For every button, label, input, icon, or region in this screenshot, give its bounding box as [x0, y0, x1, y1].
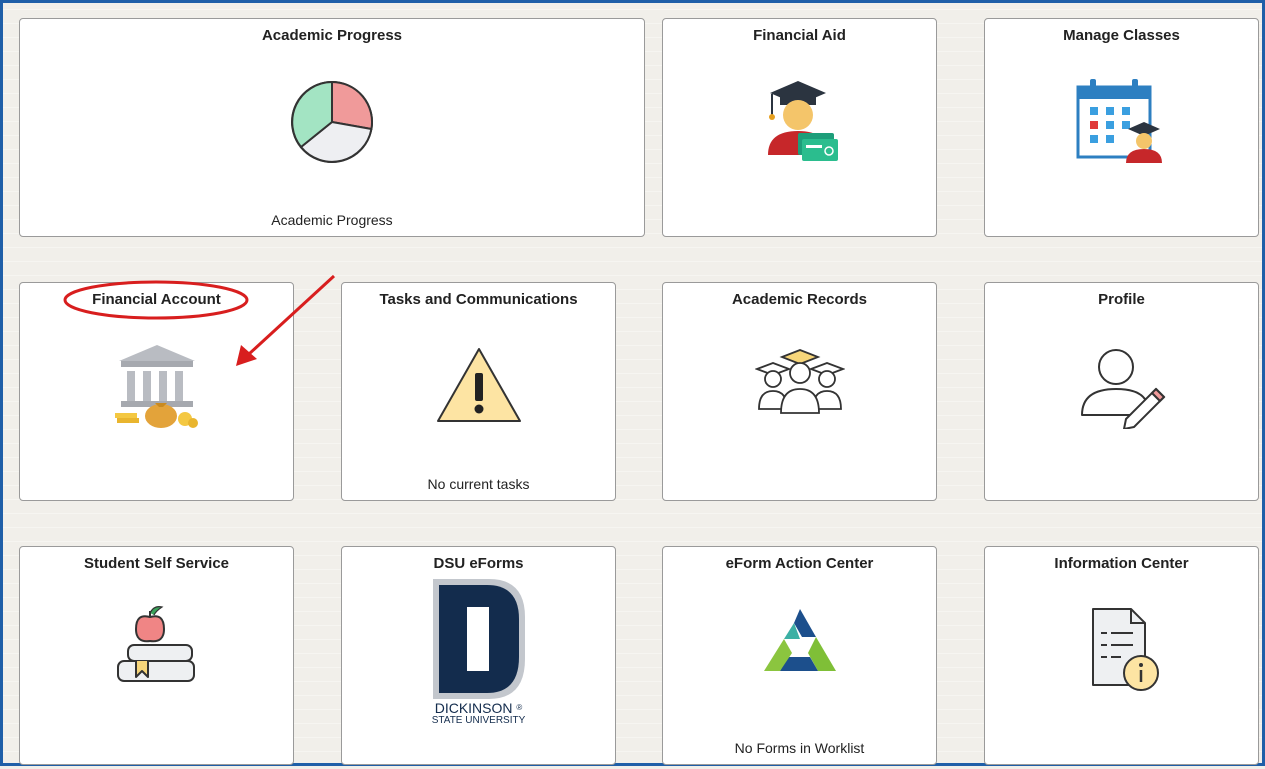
tile-tasks-and-communications[interactable]: Tasks and Communications No current task…	[341, 282, 616, 501]
graduate-with-money-icon	[760, 75, 840, 167]
tile-academic-records[interactable]: Academic Records	[662, 282, 937, 501]
tile-title: Academic Progress	[261, 27, 403, 44]
tile-profile[interactable]: Profile	[984, 282, 1259, 501]
tile-footer: No current tasks	[427, 476, 530, 492]
calendar-student-icon	[1076, 77, 1168, 165]
tile-title: Student Self Service	[83, 555, 230, 572]
tile-information-center[interactable]: Information Center	[984, 546, 1259, 765]
tile-eform-action-center[interactable]: eForm Action Center No Forms in Worklist	[662, 546, 937, 765]
tile-academic-progress[interactable]: Academic Progress Academic Progress	[19, 18, 645, 237]
user-edit-icon	[1076, 345, 1168, 430]
tile-footer: No Forms in Worklist	[734, 740, 865, 756]
tile-title: Academic Records	[731, 291, 868, 308]
tile-financial-aid[interactable]: Financial Aid	[662, 18, 937, 237]
books-apple-icon	[112, 603, 202, 689]
bank-money-icon	[111, 341, 203, 429]
tile-title: Financial Account	[92, 291, 221, 308]
tile-financial-account[interactable]: Financial Account	[19, 282, 294, 501]
tile-title: Profile	[1098, 291, 1145, 308]
dsu-logo-text-line2: STATE UNIVERSITY	[431, 715, 526, 726]
tile-footer: Academic Progress	[271, 212, 393, 228]
graduates-group-icon	[753, 347, 846, 417]
tile-student-self-service[interactable]: Student Self Service	[19, 546, 294, 765]
tile-title: Financial Aid	[753, 27, 846, 44]
tile-title: Manage Classes	[1063, 27, 1180, 44]
tile-title: Information Center	[1054, 555, 1189, 572]
dsu-logo-text-top: DICKINSON ®	[429, 701, 529, 715]
triangle-logo-icon	[760, 605, 840, 681]
tile-title: eForm Action Center	[725, 555, 874, 572]
tile-manage-classes[interactable]: Manage Classes	[984, 18, 1259, 237]
tile-title: DSU eForms	[433, 555, 524, 572]
dsu-logo: DICKINSON ® STATE UNIVERSITY	[429, 577, 529, 727]
tile-title: Tasks and Communications	[379, 291, 578, 308]
dsu-logo-registered: ®	[516, 703, 523, 712]
dsu-logo-text-line1: DICKINSON	[434, 700, 513, 716]
pie-chart-icon	[287, 77, 377, 167]
document-info-icon	[1079, 605, 1165, 697]
warning-icon	[434, 345, 524, 425]
tile-dsu-eforms[interactable]: DSU eForms DICKINSON ® STATE UNIVERSITY	[341, 546, 616, 765]
